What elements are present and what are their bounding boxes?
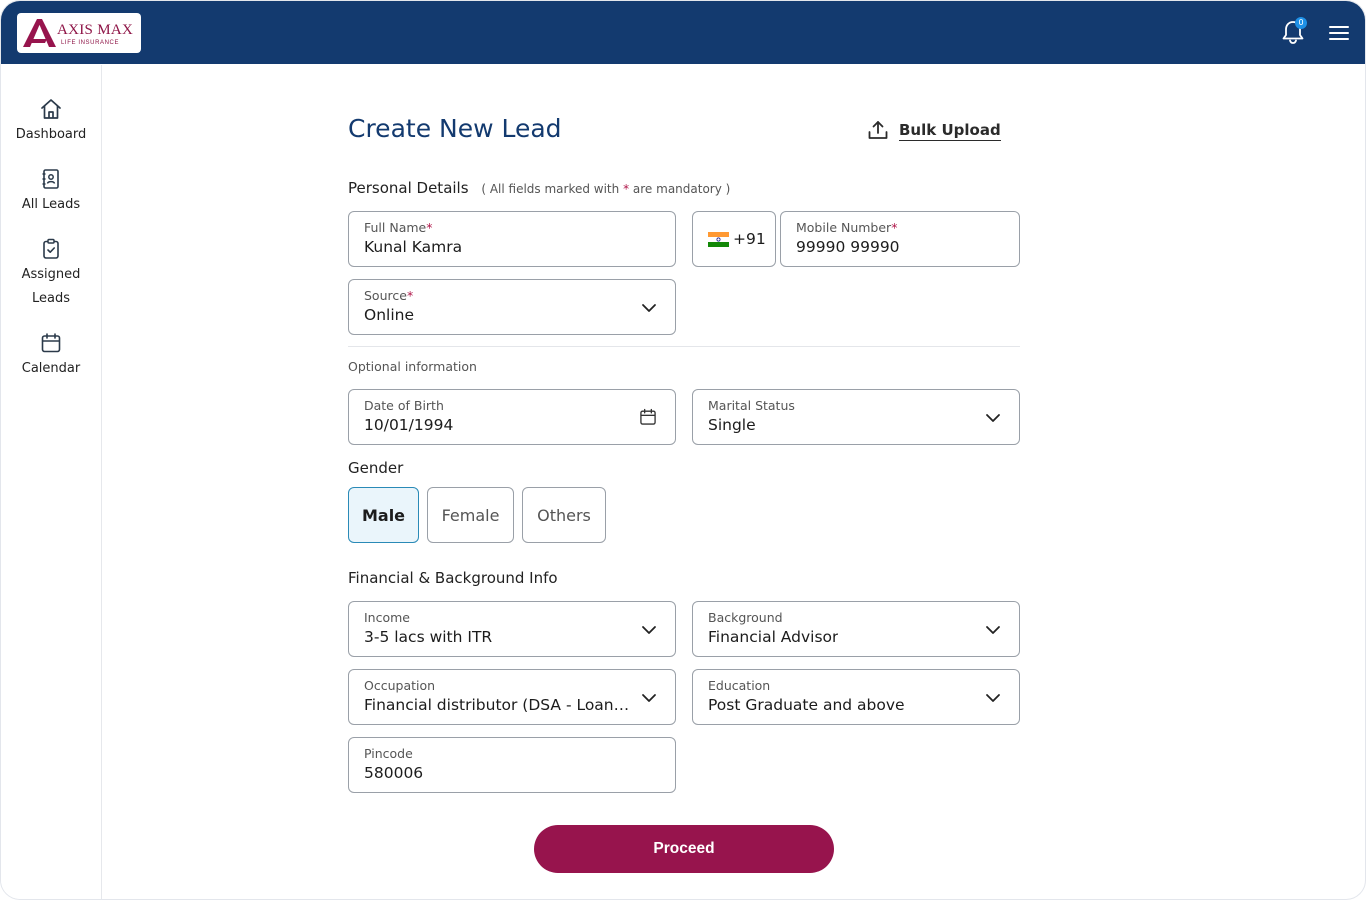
mobile-number-value: 99990 99990 [796,238,900,256]
top-header: AXIS MAX LIFE INSURANCE 0 [1,1,1365,64]
marital-status-value: Single [708,416,756,434]
sidebar-item-calendar[interactable]: Calendar [1,331,101,381]
sidebar-item-label: Calendar [21,361,81,376]
income-select[interactable]: Income 3-5 lacs with ITR [348,601,676,657]
sidebar-item-label-line2: Leads [31,291,70,306]
personal-details-heading: Personal Details ( All fields marked wit… [348,179,730,197]
sidebar-item-label: Assigned [21,267,81,282]
required-star: * [623,182,630,196]
page-title: Create New Lead [348,114,562,143]
dob-value: 10/01/1994 [364,416,454,434]
personal-details-title: Personal Details [348,179,469,197]
required-star: * [406,288,414,303]
chevron-down-icon [642,626,656,634]
chevron-down-icon [986,626,1000,634]
education-value: Post Graduate and above [708,696,905,714]
country-code-value: +91 [733,230,766,248]
optional-info-heading: Optional information [348,359,477,374]
calendar-icon [41,333,61,353]
upload-icon [868,121,888,139]
income-value: 3-5 lacs with ITR [364,628,493,646]
logo-sub-text: LIFE INSURANCE [61,40,120,46]
required-star: * [426,220,433,235]
axis-max-logo[interactable]: AXIS MAX LIFE INSURANCE [17,13,141,53]
gender-option-others[interactable]: Others [522,487,606,543]
contacts-book-icon [42,169,59,189]
bulk-upload-button[interactable]: Bulk Upload [867,117,1001,143]
full-name-field[interactable]: Full Name* Kunal Kamra [348,211,676,267]
financial-info-heading: Financial & Background Info [348,569,558,587]
source-label: Source* [364,288,413,303]
chevron-down-icon [642,304,656,312]
logo-brand-text: AXIS MAX [57,22,134,38]
home-icon [41,99,61,119]
source-label-text: Source [364,288,407,303]
chevron-down-icon [986,414,1000,422]
calendar-picker-icon[interactable] [638,407,658,427]
pincode-field[interactable]: Pincode 580006 [348,737,676,793]
india-flag-icon [708,232,729,247]
full-name-label-text: Full Name [364,220,427,235]
required-star: * [891,220,898,235]
dob-label: Date of Birth [364,398,444,413]
background-value: Financial Advisor [708,628,839,646]
mobile-number-label-text: Mobile Number [796,220,892,235]
date-of-birth-field[interactable]: Date of Birth 10/01/1994 [348,389,676,445]
country-code-selector[interactable]: +91 [692,211,776,267]
mandatory-note-suffix: are mandatory ) [632,182,731,196]
mobile-number-field[interactable]: Mobile Number* 99990 99990 [780,211,1020,267]
source-select[interactable]: Source* Online [348,279,676,335]
proceed-button[interactable]: Proceed [534,825,834,873]
income-label: Income [364,610,410,625]
sidebar-item-label: Dashboard [15,127,87,142]
marital-status-select[interactable]: Marital Status Single [692,389,1020,445]
sidebar-item-assigned-leads[interactable]: Assigned Leads [1,237,101,311]
app-frame: AXIS MAX LIFE INSURANCE 0 Dashboard All … [0,0,1366,900]
gender-heading: Gender [348,459,404,477]
source-value: Online [364,306,414,324]
sidebar-item-dashboard[interactable]: Dashboard [1,97,101,147]
mandatory-note: ( All fields marked with * are mandatory… [481,182,730,196]
gender-option-female[interactable]: Female [427,487,514,543]
notification-badge: 0 [1295,17,1307,29]
full-name-value: Kunal Kamra [364,238,463,256]
chevron-down-icon [642,694,656,702]
clipboard-check-icon [43,238,59,259]
full-name-label: Full Name* [364,220,432,235]
marital-status-label: Marital Status [708,398,795,413]
occupation-select[interactable]: Occupation Financial distributor (DSA - … [348,669,676,725]
background-label: Background [708,610,783,625]
sidebar-item-label: All Leads [21,197,81,212]
pincode-value: 580006 [364,764,424,782]
sidebar-nav: Dashboard All Leads Assigned Leads Calen… [1,65,102,899]
pincode-label: Pincode [364,746,413,761]
education-select[interactable]: Education Post Graduate and above [692,669,1020,725]
education-label: Education [708,678,771,693]
section-divider [348,346,1020,347]
occupation-value: Financial distributor (DSA - Loans/Credi… [364,696,632,714]
bulk-upload-label: Bulk Upload [899,120,1001,141]
gender-option-male[interactable]: Male [348,487,419,543]
mandatory-note-prefix: ( All fields marked with [481,182,620,196]
mobile-number-label: Mobile Number* [796,220,897,235]
sidebar-item-all-leads[interactable]: All Leads [1,167,101,217]
background-select[interactable]: Background Financial Advisor [692,601,1020,657]
occupation-label: Occupation [364,678,436,693]
logo-mark-icon [23,19,56,47]
hamburger-menu-icon[interactable] [1327,21,1351,45]
chevron-down-icon [986,694,1000,702]
